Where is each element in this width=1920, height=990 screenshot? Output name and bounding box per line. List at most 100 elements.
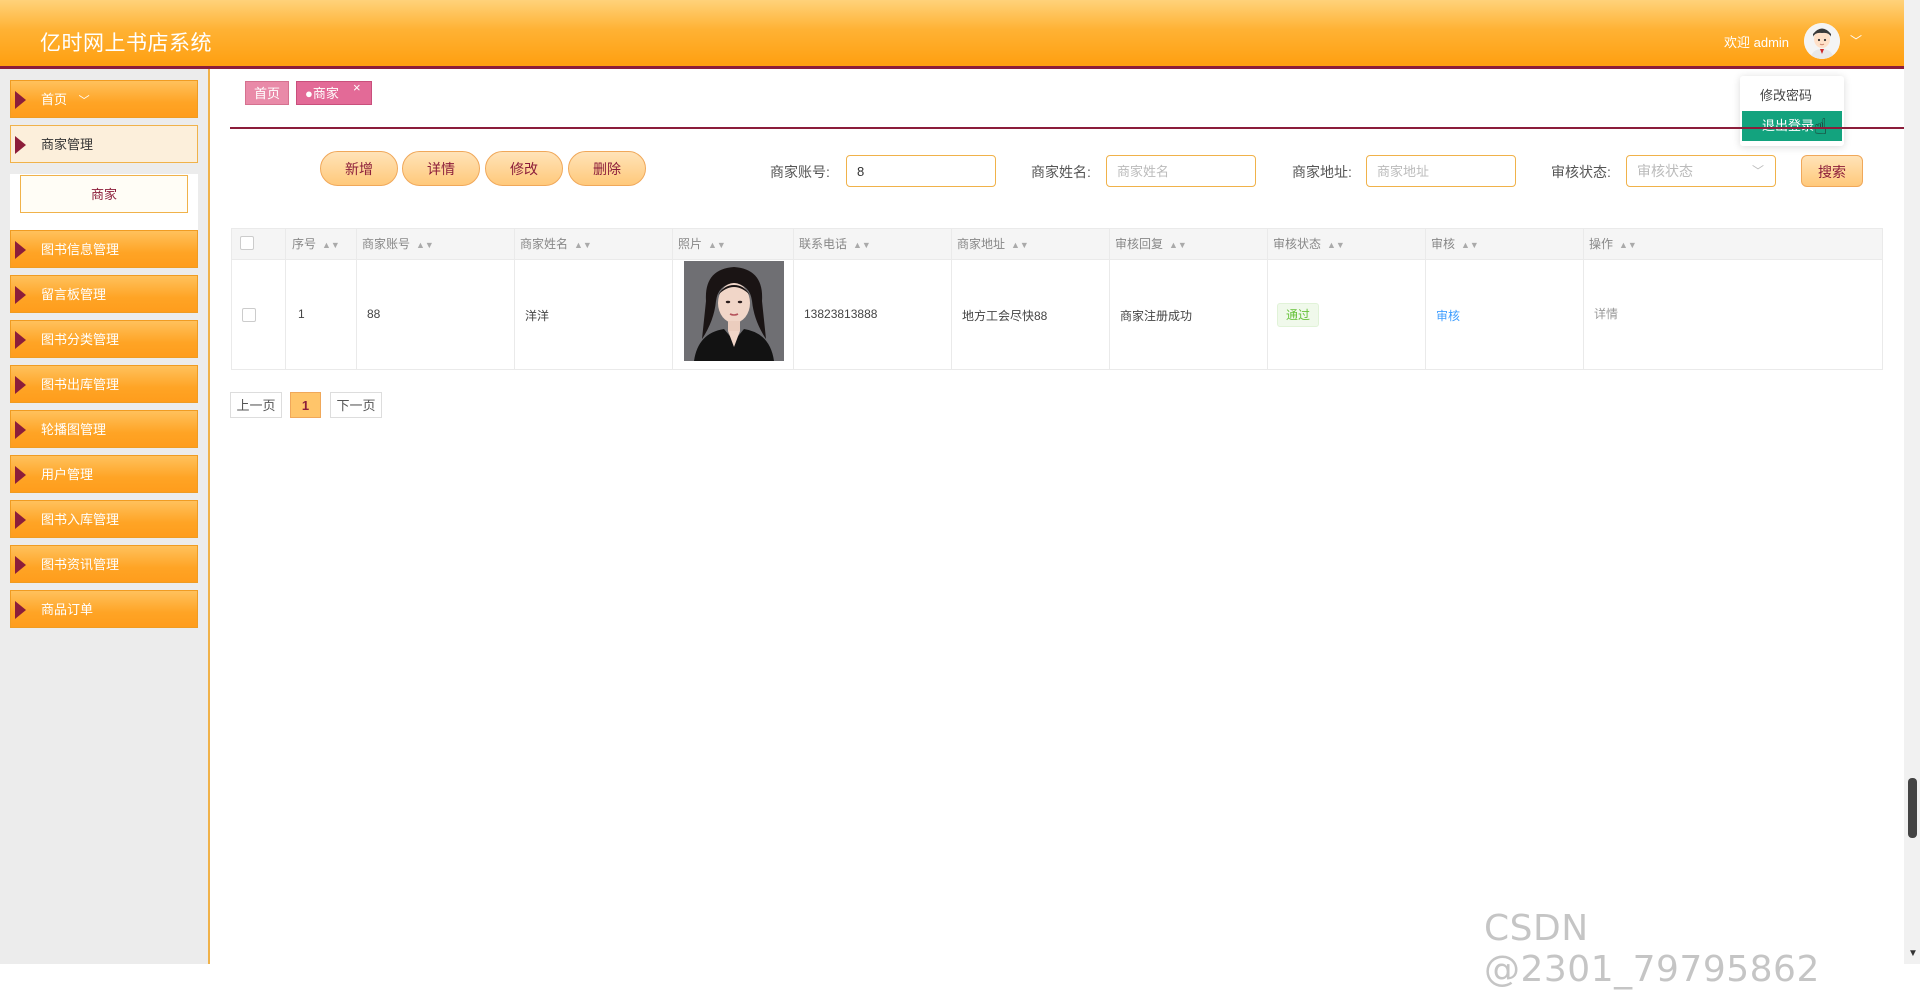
sidebar-item-book-info[interactable]: 图书信息管理	[10, 230, 198, 268]
triangle-right-icon	[15, 466, 26, 484]
chevron-down-icon[interactable]: ﹀	[1850, 32, 1862, 49]
audit-reply: 商家注册成功	[1120, 309, 1193, 323]
tab-merchant[interactable]: ●商家	[296, 81, 372, 105]
column-separator	[1583, 229, 1584, 369]
tab-home[interactable]: 首页	[245, 81, 289, 105]
triangle-right-icon	[15, 601, 26, 619]
status-badge: 通过	[1277, 303, 1320, 327]
column-header[interactable]: 商家姓名 ▲▼	[520, 229, 592, 259]
scrollbar-thumb[interactable]	[1908, 778, 1917, 838]
welcome-text: 欢迎 admin	[1724, 35, 1790, 50]
name-input[interactable]	[1106, 155, 1256, 187]
search-button[interactable]: 搜索	[1801, 155, 1863, 187]
sidebar-item-label: 图书入库管理	[41, 512, 120, 527]
detail-button[interactable]: 详情	[402, 151, 480, 186]
merchant-photo	[684, 261, 784, 361]
top-header: 亿时网上书店系统 欢迎 admin ﹀	[0, 0, 1904, 69]
column-separator	[356, 229, 357, 369]
sidebar-item-users[interactable]: 用户管理	[10, 455, 198, 493]
tab-divider	[230, 127, 1904, 129]
column-header[interactable]: 商家地址 ▲▼	[957, 229, 1029, 259]
app-title: 亿时网上书店系统	[40, 31, 212, 55]
sort-icon: ▲▼	[574, 240, 592, 250]
column-separator	[672, 229, 673, 369]
sort-icon: ▲▼	[1169, 240, 1187, 250]
sidebar-item-merchant-management[interactable]: 商家管理	[10, 125, 198, 163]
sidebar-item-label: 图书信息管理	[41, 242, 120, 257]
portrait-image	[684, 261, 784, 361]
column-header[interactable]: 照片 ▲▼	[678, 229, 726, 259]
user-avatar[interactable]	[1804, 23, 1840, 59]
sidebar-item-orders[interactable]: 商品订单	[10, 590, 198, 628]
triangle-right-icon	[15, 241, 26, 259]
triangle-right-icon	[15, 511, 26, 529]
sidebar-item-label: 图书出库管理	[41, 377, 120, 392]
sidebar-item-book-news[interactable]: 图书资讯管理	[10, 545, 198, 583]
page-number-current[interactable]: 1	[290, 392, 321, 418]
column-header[interactable]: 审核回复 ▲▼	[1115, 229, 1187, 259]
chevron-down-icon: ﹀	[78, 95, 90, 107]
sidebar-item-label: 商品订单	[41, 602, 94, 617]
triangle-right-icon	[15, 286, 26, 304]
column-header[interactable]: 操作 ▲▼	[1589, 229, 1637, 259]
chevron-down-icon: ﹀	[1752, 164, 1765, 178]
sort-icon: ▲▼	[1327, 240, 1345, 250]
merchant-address: 地方工会尽快88	[962, 309, 1048, 323]
column-header[interactable]: 审核 ▲▼	[1431, 229, 1479, 259]
name-label: 商家姓名:	[1031, 164, 1091, 180]
triangle-right-icon	[15, 331, 26, 349]
column-header[interactable]: 商家账号 ▲▼	[362, 229, 434, 259]
merchant-phone: 13823813888	[804, 307, 878, 321]
column-header[interactable]: 审核状态 ▲▼	[1273, 229, 1345, 259]
sidebar-item-label: 商家管理	[41, 137, 94, 152]
account-input[interactable]	[846, 155, 996, 187]
add-button[interactable]: 新增	[320, 151, 398, 186]
sidebar-item-label: 首页	[41, 92, 68, 107]
sort-icon: ▲▼	[416, 240, 434, 250]
select-all-checkbox[interactable]	[240, 236, 254, 250]
table-header: 序号 ▲▼ 商家账号 ▲▼ 商家姓名 ▲▼ 照片 ▲▼ 联系电话 ▲▼ 商家地址 ▲▼ 审核…	[232, 229, 1882, 260]
column-separator	[1109, 229, 1110, 369]
close-icon[interactable]: ×	[353, 80, 361, 95]
triangle-right-icon	[15, 91, 26, 109]
watermark-text: CSDN @2301_79795862	[1484, 908, 1820, 990]
sidebar-item-book-category[interactable]: 图书分类管理	[10, 320, 198, 358]
column-header[interactable]: 序号 ▲▼	[292, 229, 340, 259]
sidebar-item-label: 留言板管理	[41, 287, 107, 302]
column-separator	[793, 229, 794, 369]
status-label: 审核状态:	[1551, 164, 1611, 180]
avatar-image	[1804, 23, 1840, 59]
prev-page-button[interactable]: 上一页	[230, 392, 282, 418]
sidebar: 首页 ﹀ 商家管理 商家 图书信息管理 留言板管理 图书分类管理 图书出库管理 …	[0, 69, 210, 964]
column-separator	[514, 229, 515, 369]
column-separator	[285, 229, 286, 369]
merchant-account: 88	[367, 307, 381, 321]
row-detail-link[interactable]: 详情	[1594, 305, 1618, 322]
column-header[interactable]: 联系电话 ▲▼	[799, 229, 871, 259]
address-input[interactable]	[1366, 155, 1516, 187]
row-checkbox[interactable]	[242, 308, 256, 322]
sidebar-item-carousel[interactable]: 轮播图管理	[10, 410, 198, 448]
sort-icon: ▲▼	[322, 240, 340, 250]
sidebar-subitem-merchant[interactable]: 商家	[20, 175, 188, 213]
sidebar-item-book-inbound[interactable]: 图书入库管理	[10, 500, 198, 538]
sidebar-item-label: 用户管理	[41, 467, 94, 482]
sort-icon: ▲▼	[1619, 240, 1637, 250]
sort-icon: ▲▼	[708, 240, 726, 250]
sidebar-item-label: 轮播图管理	[41, 422, 107, 437]
row-index: 1	[298, 307, 305, 321]
user-dropdown-menu: 修改密码 退出登录	[1740, 76, 1844, 146]
next-page-button[interactable]: 下一页	[330, 392, 382, 418]
sidebar-item-message-board[interactable]: 留言板管理	[10, 275, 198, 313]
sidebar-item-home[interactable]: 首页 ﹀	[10, 80, 198, 118]
merchant-name: 洋洋	[525, 309, 550, 323]
audit-link[interactable]: 审核	[1436, 307, 1460, 324]
change-password-menu-item[interactable]: 修改密码	[1740, 81, 1844, 111]
triangle-right-icon	[15, 376, 26, 394]
sidebar-item-book-outbound[interactable]: 图书出库管理	[10, 365, 198, 403]
edit-button[interactable]: 修改	[485, 151, 563, 186]
triangle-right-icon	[15, 136, 26, 154]
sort-icon: ▲▼	[853, 240, 871, 250]
delete-button[interactable]: 删除	[568, 151, 646, 186]
column-separator	[1267, 229, 1268, 369]
